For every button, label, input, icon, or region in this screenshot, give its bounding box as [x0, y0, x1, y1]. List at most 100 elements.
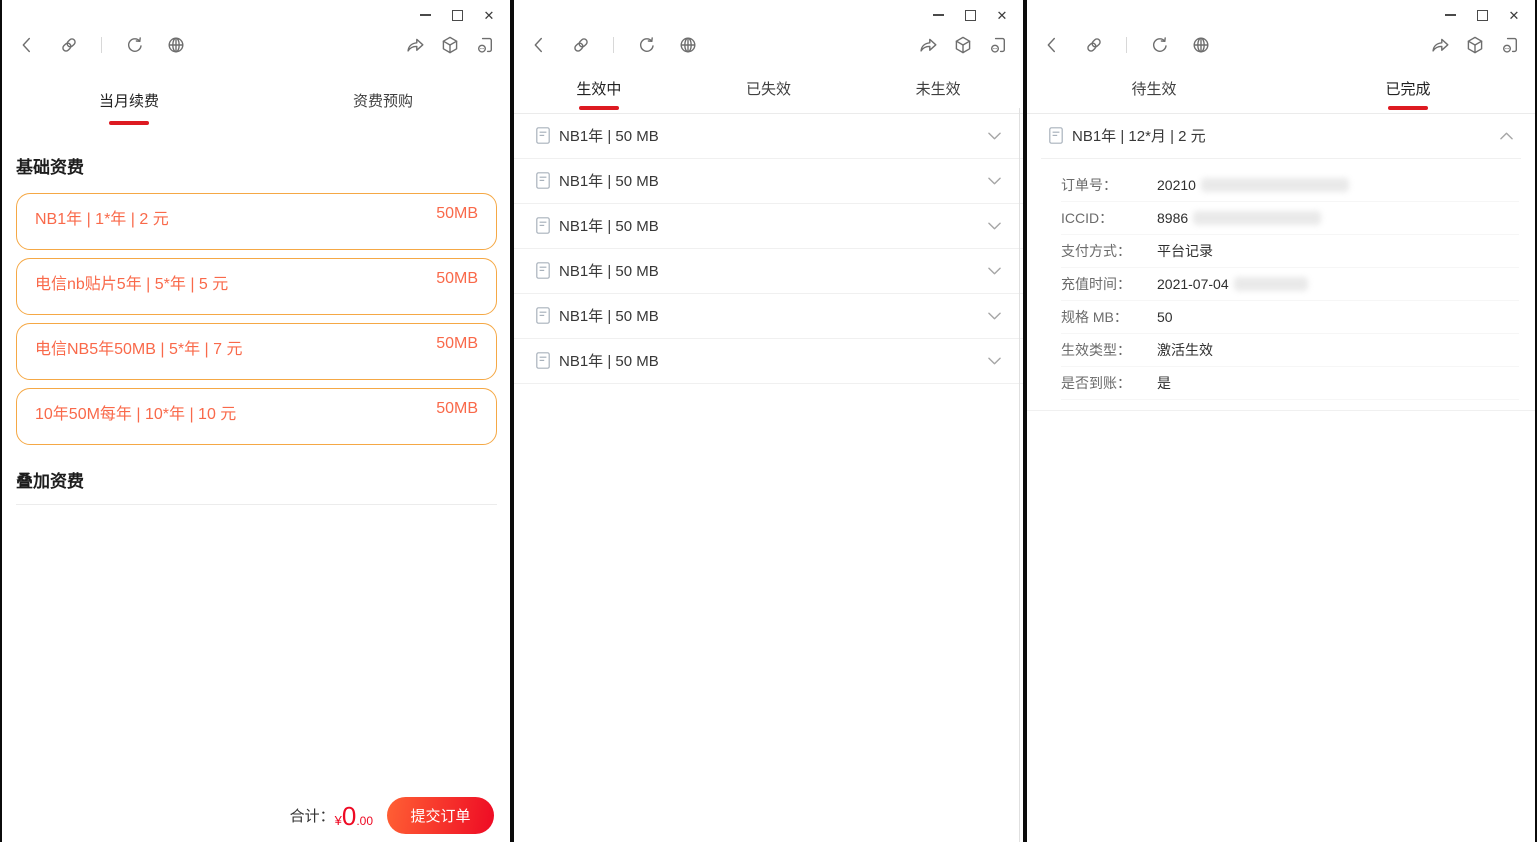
maximize-button[interactable]: [959, 7, 981, 23]
window-orders: ✕ 待生效 已完成 NB1年 | 12*月 | 2 元 订单号： 20210 I…: [1025, 0, 1537, 842]
order-details: 订单号： 20210 ICCID： 8986 支付方式： 平台记录 充值时间： …: [1027, 159, 1535, 411]
account-icon: [478, 37, 492, 53]
order-item-header[interactable]: NB1年 | 12*月 | 2 元: [1027, 113, 1535, 158]
globe-button[interactable]: [678, 35, 698, 55]
list-item[interactable]: NB1年 | 50 MB: [514, 248, 1023, 294]
tab-pending-effective[interactable]: 待生效: [1027, 80, 1281, 110]
tab-completed[interactable]: 已完成: [1281, 80, 1535, 110]
tab-expired[interactable]: 已失效: [684, 80, 854, 110]
refresh-button[interactable]: [1149, 35, 1169, 55]
link-button[interactable]: [571, 35, 591, 55]
globe-button[interactable]: [1191, 35, 1211, 55]
tab-fee-prepurchase[interactable]: 资费预购: [256, 92, 510, 125]
fee-card[interactable]: 电信nb贴片5年 | 5*年 | 5 元 50MB: [16, 257, 497, 315]
refresh-icon: [127, 37, 142, 52]
section-title-basic-fees: 基础资费: [16, 157, 84, 177]
detail-value: 20210: [1157, 177, 1349, 193]
document-icon: [536, 262, 550, 279]
toolbar-left-group: [17, 35, 186, 55]
tab-label: 生效中: [576, 81, 622, 98]
tab-label: 已失效: [746, 81, 792, 98]
maximize-button[interactable]: [1471, 7, 1493, 23]
tab-label: 待生效: [1131, 81, 1177, 98]
fee-card-size: 50MB: [436, 204, 478, 222]
submit-order-button[interactable]: 提交订单: [387, 797, 494, 834]
back-button[interactable]: [529, 35, 549, 55]
refresh-button[interactable]: [124, 35, 144, 55]
link-button[interactable]: [1084, 35, 1104, 55]
close-button[interactable]: ✕: [991, 7, 1013, 23]
toolbar: [2, 26, 510, 64]
globe-icon: [1193, 37, 1209, 53]
share-button[interactable]: [405, 35, 425, 55]
fee-card-name: 10年50M每年 | 10*年 | 10 元: [35, 405, 237, 423]
fee-card[interactable]: NB1年 | 1*年 | 2 元 50MB: [16, 192, 497, 250]
minimize-button[interactable]: [927, 7, 949, 23]
link-button[interactable]: [59, 35, 79, 55]
tab-label: 当月续费: [98, 93, 159, 110]
globe-button[interactable]: [166, 35, 186, 55]
minimize-button[interactable]: [414, 7, 436, 23]
fee-card-name: 电信nb贴片5年 | 5*年 | 5 元: [35, 275, 229, 293]
toolbar-right-group: [1430, 35, 1520, 55]
maximize-button[interactable]: [446, 7, 468, 23]
fee-card[interactable]: 电信NB5年50MB | 5*年 | 7 元 50MB: [16, 322, 497, 380]
titlebar: ✕: [1027, 0, 1535, 26]
redaction-blur: [1233, 276, 1308, 291]
detail-label: 是否到账：: [1061, 374, 1131, 391]
tab-not-effective[interactable]: 未生效: [853, 80, 1023, 110]
toolbar: [1027, 26, 1535, 64]
amount-integer: 0: [341, 800, 357, 831]
link-icon: [574, 38, 588, 52]
detail-value: 平台记录: [1157, 242, 1213, 259]
total-label: 合计：: [289, 808, 335, 825]
chevron-down-icon: [988, 222, 1001, 229]
list-item[interactable]: NB1年 | 50 MB: [514, 113, 1023, 159]
share-icon: [1432, 38, 1449, 52]
list-item[interactable]: NB1年 | 50 MB: [514, 338, 1023, 384]
fee-card[interactable]: 10年50M每年 | 10*年 | 10 元 50MB: [16, 387, 497, 445]
scrollbar-track[interactable]: [1019, 108, 1020, 842]
detail-value: 激活生效: [1157, 341, 1213, 358]
tab-in-effect[interactable]: 生效中: [514, 80, 684, 110]
currency-symbol: ¥: [334, 812, 342, 828]
document-icon: [536, 352, 550, 369]
section-divider: [16, 503, 497, 505]
close-button[interactable]: ✕: [478, 7, 500, 23]
package-button[interactable]: [1465, 35, 1485, 55]
document-icon: [536, 217, 550, 234]
package-icon: [955, 36, 971, 54]
tab-current-month-renewal[interactable]: 当月续费: [2, 92, 256, 125]
back-icon: [534, 37, 543, 53]
toolbar-left-group: [1042, 35, 1211, 55]
tab-bar: 当月续费 资费预购: [2, 64, 510, 125]
share-button[interactable]: [1430, 35, 1450, 55]
list-item[interactable]: NB1年 | 50 MB: [514, 293, 1023, 339]
list-item[interactable]: NB1年 | 50 MB: [514, 203, 1023, 249]
share-button[interactable]: [918, 35, 938, 55]
package-button[interactable]: [440, 35, 460, 55]
account-icon: [1503, 37, 1517, 53]
package-button[interactable]: [953, 35, 973, 55]
detail-label: 生效类型：: [1061, 341, 1131, 358]
account-button[interactable]: [475, 35, 495, 55]
back-button[interactable]: [1042, 35, 1062, 55]
account-button[interactable]: [1500, 35, 1520, 55]
list-item[interactable]: NB1年 | 50 MB: [514, 158, 1023, 204]
account-icon: [991, 37, 1005, 53]
minimize-button[interactable]: [1439, 7, 1461, 23]
account-button[interactable]: [988, 35, 1008, 55]
close-button[interactable]: ✕: [1503, 7, 1525, 23]
active-tab-underline: [109, 121, 149, 125]
toolbar-divider: [613, 37, 614, 53]
total-price: ¥ 0 .00: [335, 803, 373, 829]
back-button[interactable]: [17, 35, 37, 55]
fee-card-name: 电信NB5年50MB | 5*年 | 7 元: [35, 340, 243, 358]
active-tab-underline: [1388, 106, 1428, 110]
detail-value: 8986: [1157, 210, 1322, 226]
list-item-label: NB1年 | 50 MB: [559, 128, 659, 145]
toolbar-left-group: [529, 35, 698, 55]
refresh-button[interactable]: [636, 35, 656, 55]
fee-card-name: NB1年 | 1*年 | 2 元: [35, 210, 169, 228]
titlebar: ✕: [514, 0, 1023, 26]
